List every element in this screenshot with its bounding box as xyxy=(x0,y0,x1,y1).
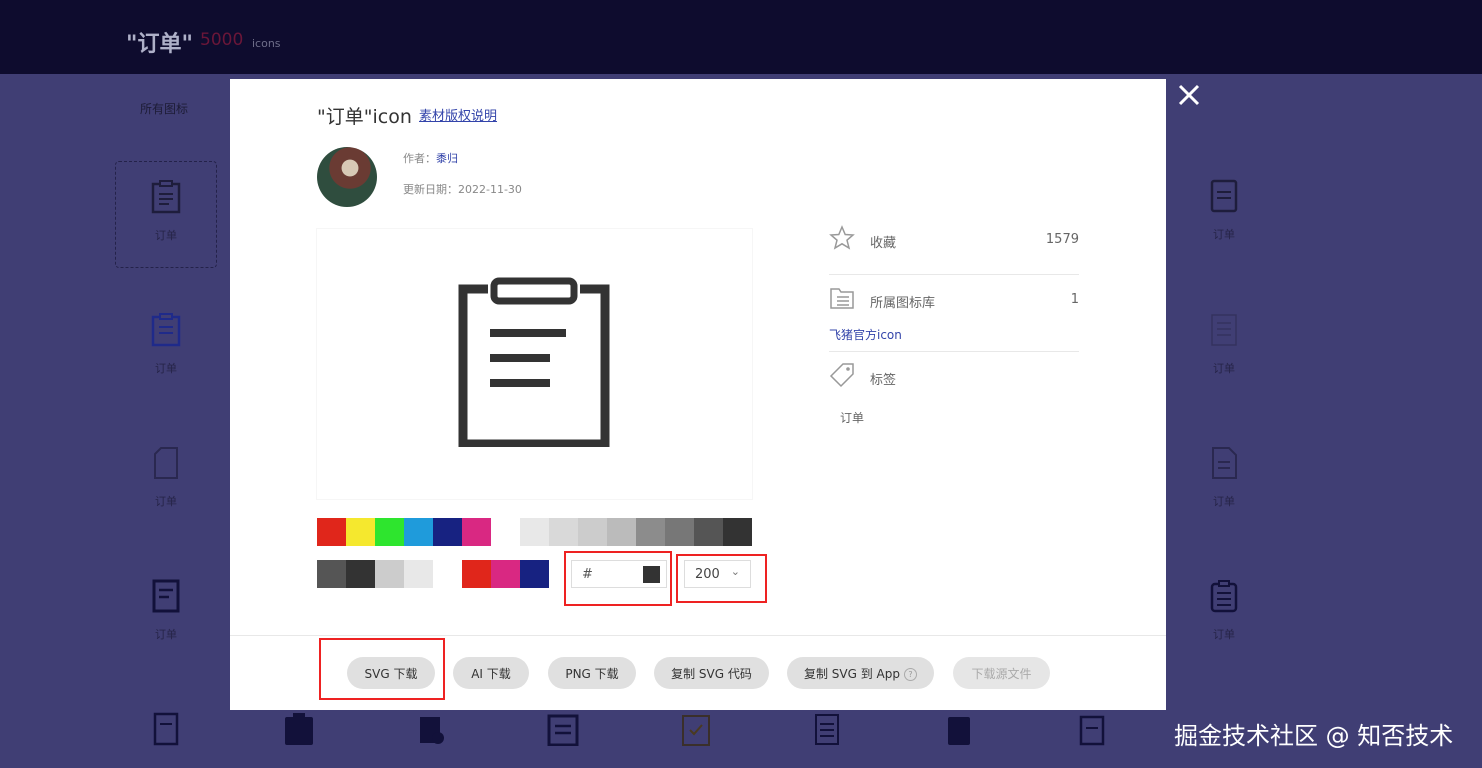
color-swatch[interactable] xyxy=(549,518,578,546)
modal-title: "订单"icon xyxy=(317,106,412,128)
tag-item[interactable]: 订单 xyxy=(840,409,864,426)
color-swatch[interactable] xyxy=(723,518,752,546)
close-icon[interactable] xyxy=(1174,80,1204,110)
grid-icon-label: 订单 xyxy=(1213,628,1235,641)
color-swatch[interactable] xyxy=(578,518,607,546)
page-icon-count: 5000 xyxy=(200,30,244,50)
order-form-icon xyxy=(152,579,180,613)
filter-all-icons[interactable]: 所有图标 xyxy=(140,100,188,117)
tag-icon xyxy=(829,363,854,388)
grid-icon-cell[interactable]: 订单 xyxy=(116,295,216,400)
library-row: 所属图标库 1 xyxy=(829,285,1079,315)
icon-detail-modal: "订单"icon 素材版权说明 作者：黍归 更新日期：2022-11-30 # … xyxy=(230,79,1166,710)
date-value: 2022-11-30 xyxy=(458,183,522,196)
date-label: 更新日期： xyxy=(403,183,458,196)
document-lines-icon xyxy=(1210,179,1238,213)
footer-divider xyxy=(230,635,1166,636)
document-fold-icon xyxy=(1212,447,1237,479)
grid-icon-label: 订单 xyxy=(155,495,177,508)
clipboard-icon xyxy=(151,313,181,347)
grid-icon-label: 订单 xyxy=(1213,495,1235,508)
color-swatch[interactable] xyxy=(317,518,346,546)
color-swatch[interactable] xyxy=(404,560,433,588)
divider xyxy=(829,351,1079,352)
color-swatch[interactable] xyxy=(375,518,404,546)
grid-icon-label: 订单 xyxy=(155,628,177,641)
library-link[interactable]: 飞猪官方icon xyxy=(829,326,902,343)
copyright-link[interactable]: 素材版权说明 xyxy=(419,105,497,124)
color-swatch[interactable] xyxy=(520,518,549,546)
bottom-row-clipboard-icon[interactable] xyxy=(1078,712,1106,750)
color-swatch[interactable] xyxy=(665,518,694,546)
grid-icon-cell[interactable]: 订单 xyxy=(1174,561,1274,666)
bottom-row-clipboard-icon[interactable] xyxy=(417,712,445,750)
author-label: 作者： xyxy=(403,152,436,165)
highlight-color-box xyxy=(564,551,672,606)
copy-svg-to-app-label: 复制 SVG 到 App xyxy=(803,666,900,681)
watermark-text: 掘金技术社区 @ 知否技术 xyxy=(1174,722,1454,750)
bottom-row-clipboard-icon[interactable] xyxy=(283,712,315,750)
color-swatch[interactable] xyxy=(694,518,723,546)
icon-preview xyxy=(317,229,752,499)
help-icon[interactable]: ? xyxy=(904,667,917,681)
page-title: "订单" xyxy=(126,32,193,57)
document-lines-icon xyxy=(1211,314,1237,346)
copy-svg-code-button[interactable]: 复制 SVG 代码 xyxy=(654,657,769,689)
grid-icon-cell[interactable]: 订单 xyxy=(1174,295,1274,400)
library-count: 1 xyxy=(1070,292,1079,307)
bottom-row-document-lines-icon[interactable] xyxy=(813,712,841,750)
highlight-svg-download xyxy=(319,638,445,700)
grid-icon-label: 订单 xyxy=(155,229,177,242)
color-swatch[interactable] xyxy=(491,560,520,588)
favorite-count: 1579 xyxy=(1045,232,1079,247)
favorite-row[interactable]: 收藏 1579 xyxy=(829,225,1079,255)
color-swatch[interactable] xyxy=(433,518,462,546)
color-swatch[interactable] xyxy=(375,560,404,588)
color-swatch[interactable] xyxy=(491,518,520,546)
bottom-row-document-icon[interactable] xyxy=(152,712,180,750)
update-date: 更新日期：2022-11-30 xyxy=(403,181,522,197)
star-icon[interactable] xyxy=(829,225,855,251)
tags-row: 标签 xyxy=(829,362,1079,392)
download-source-button: 下载源文件 xyxy=(953,657,1050,689)
color-swatch[interactable] xyxy=(404,518,433,546)
author-name-link[interactable]: 黍归 xyxy=(436,152,458,165)
png-download-button[interactable]: PNG 下载 xyxy=(548,657,636,689)
grid-icon-cell[interactable]: 订单 xyxy=(115,161,217,268)
clipboard-icon xyxy=(151,180,181,214)
folder-list-icon xyxy=(830,288,854,309)
tags-label: 标签 xyxy=(870,373,897,388)
divider xyxy=(829,274,1079,275)
color-swatch[interactable] xyxy=(433,560,462,588)
color-swatch[interactable] xyxy=(607,518,636,546)
color-swatch[interactable] xyxy=(636,518,665,546)
grid-icon-label: 订单 xyxy=(155,362,177,375)
grid-icon-cell[interactable]: 订单 xyxy=(1174,428,1274,533)
author-info: 作者：黍归 xyxy=(403,150,458,166)
color-swatch[interactable] xyxy=(317,560,346,588)
grid-icon-label: 订单 xyxy=(1213,362,1235,375)
color-swatch[interactable] xyxy=(462,560,491,588)
document-outline-icon xyxy=(154,447,178,479)
bottom-row-checklist-icon[interactable] xyxy=(680,712,712,750)
color-swatch[interactable] xyxy=(346,518,375,546)
author-avatar[interactable] xyxy=(317,147,377,207)
ai-download-button[interactable]: AI 下载 xyxy=(453,657,529,689)
grid-icon-cell[interactable]: 订单 xyxy=(116,561,216,666)
page-icon-unit: icons xyxy=(252,37,281,50)
highlight-size-box xyxy=(676,554,767,603)
grid-icon-cell[interactable]: 订单 xyxy=(1174,161,1274,266)
clipboard-list-icon xyxy=(458,277,610,447)
grid-icon-label: 订单 xyxy=(1213,228,1235,241)
color-swatch[interactable] xyxy=(462,518,491,546)
color-swatch[interactable] xyxy=(520,560,549,588)
bottom-row-clipboard-icon[interactable] xyxy=(945,712,973,750)
bottom-row-clipboard-icon[interactable] xyxy=(547,712,579,750)
copy-svg-to-app-button[interactable]: 复制 SVG 到 App? xyxy=(787,657,934,689)
color-swatch[interactable] xyxy=(346,560,375,588)
favorite-label: 收藏 xyxy=(870,236,897,251)
library-label: 所属图标库 xyxy=(870,296,936,311)
clipboard-list-icon xyxy=(1210,580,1238,613)
grid-icon-cell[interactable]: 订单 xyxy=(116,428,216,533)
